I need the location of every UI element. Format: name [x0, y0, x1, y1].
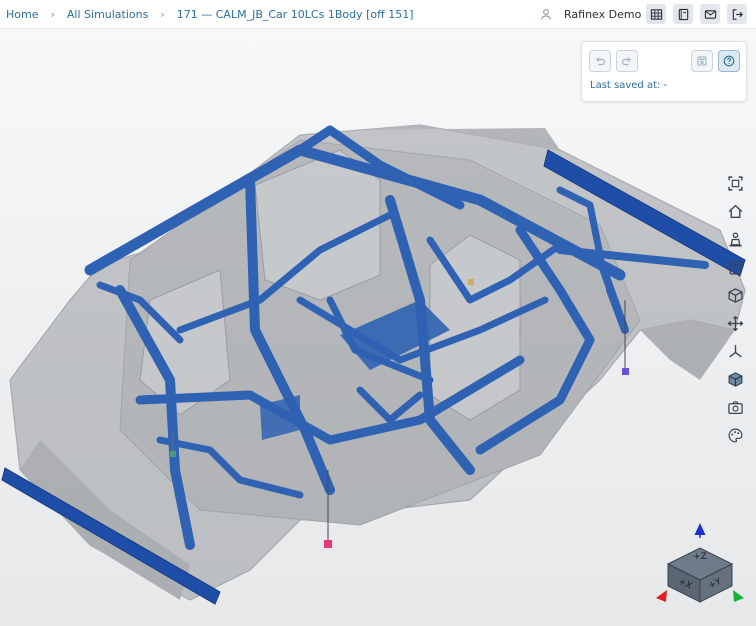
camera-icon: [727, 400, 743, 414]
notebook-icon: [678, 8, 688, 20]
redo-icon: [621, 57, 631, 66]
fit-view-icon: [727, 175, 743, 191]
clipboard-button[interactable]: [724, 256, 746, 278]
load-marker-magenta[interactable]: [324, 540, 332, 548]
visibility-icon: [728, 231, 742, 247]
screenshot-button[interactable]: [724, 396, 746, 418]
z-axis-arrow-icon[interactable]: [694, 523, 706, 535]
breadcrumb-all-simulations[interactable]: All Simulations: [67, 8, 148, 21]
save-button[interactable]: [691, 50, 713, 72]
breadcrumb-current[interactable]: 171 — CALM_JB_Car 10LCs 1Body [off 151]: [177, 8, 414, 21]
car-body-model[interactable]: [0, 29, 756, 626]
view-cube[interactable]: +Z +X +Y: [652, 520, 748, 604]
move-icon: [727, 315, 743, 331]
last-saved-text: Last saved at: -: [590, 80, 668, 91]
palette-icon: [728, 428, 742, 442]
mail-button[interactable]: [700, 4, 720, 24]
axes-icon: [728, 344, 742, 357]
cube-view-button[interactable]: [724, 284, 746, 306]
home-view-button[interactable]: [724, 200, 746, 222]
color-palette-button[interactable]: [724, 424, 746, 446]
axes-button[interactable]: [724, 340, 746, 362]
logout-button[interactable]: [727, 4, 747, 24]
fit-view-button[interactable]: [724, 172, 746, 194]
load-marker-orange[interactable]: [468, 279, 474, 285]
y-axis-arrow-icon[interactable]: [733, 590, 744, 602]
help-icon: [723, 55, 735, 67]
breadcrumb: Home › All Simulations › 171 — CALM_JB_C…: [6, 8, 414, 21]
user-menu[interactable]: Rafinex Demo: [540, 0, 641, 28]
load-marker-green[interactable]: [170, 451, 176, 457]
solid-view-button[interactable]: [724, 368, 746, 390]
table-view-button[interactable]: [646, 4, 666, 24]
breadcrumb-home[interactable]: Home: [6, 8, 38, 21]
table-grid-icon: [650, 8, 662, 20]
visibility-button[interactable]: [724, 228, 746, 250]
redo-button[interactable]: [616, 50, 638, 72]
undo-icon: [596, 57, 606, 66]
logout-icon: [732, 8, 743, 20]
load-marker-purple[interactable]: [622, 368, 629, 375]
save-disk-icon: [697, 56, 707, 66]
user-icon: [540, 9, 552, 20]
undo-button[interactable]: [589, 50, 611, 72]
user-name: Rafinex Demo: [564, 7, 642, 21]
x-axis-arrow-icon[interactable]: [656, 590, 667, 602]
cube-icon: [727, 287, 743, 303]
clipboard-icon: [729, 260, 741, 275]
mail-icon: [704, 9, 716, 19]
breadcrumb-separator-icon: ›: [50, 7, 55, 21]
cube-z-label: +Z: [693, 552, 707, 562]
move-button[interactable]: [724, 312, 746, 334]
top-bar: Home › All Simulations › 171 — CALM_JB_C…: [0, 0, 756, 29]
breadcrumb-separator-icon: ›: [160, 7, 165, 21]
home-view-icon: [728, 204, 742, 218]
save-panel: Last saved at: -: [581, 41, 747, 102]
notebook-button[interactable]: [673, 4, 693, 24]
help-button[interactable]: [718, 50, 740, 72]
solid-cube-icon: [728, 371, 742, 387]
